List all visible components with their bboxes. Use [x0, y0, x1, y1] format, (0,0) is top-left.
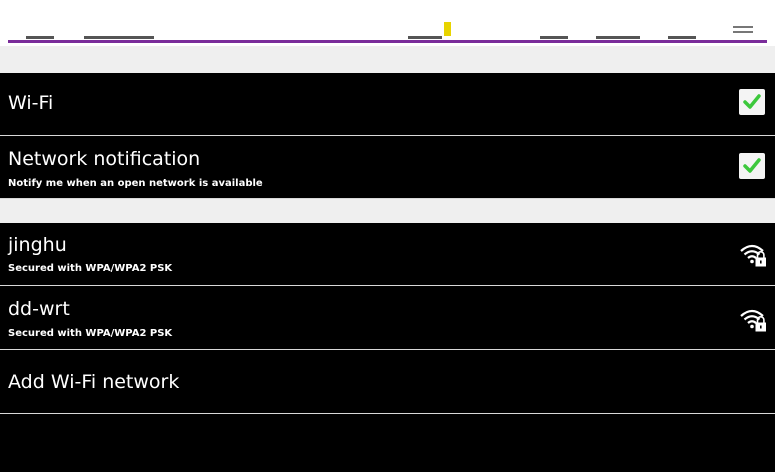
add-wifi-network-label: Add Wi-Fi network: [8, 371, 180, 393]
section-spacer: [0, 199, 775, 223]
notification-icon: [444, 22, 451, 36]
status-bar-divider: [8, 40, 767, 43]
network-notification-row[interactable]: Network notification Notify me when an o…: [0, 136, 775, 199]
network-item-dd-wrt[interactable]: dd-wrt Secured with WPA/WPA2 PSK: [0, 286, 775, 350]
empty-area: [0, 414, 775, 472]
menu-icon[interactable]: [733, 26, 753, 36]
network-ssid: jinghu: [8, 234, 67, 256]
wifi-checkbox[interactable]: [739, 89, 765, 115]
wifi-toggle-row[interactable]: Wi-Fi: [0, 73, 775, 136]
network-ssid: dd-wrt: [8, 298, 70, 320]
wifi-lock-icon: [740, 244, 766, 267]
network-item-jinghu[interactable]: jinghu Secured with WPA/WPA2 PSK: [0, 223, 775, 286]
status-indicator: [408, 36, 442, 39]
status-indicator: [84, 36, 154, 39]
checkmark-icon: [743, 94, 761, 109]
checkmark-icon: [743, 158, 761, 173]
network-security: Secured with WPA/WPA2 PSK: [8, 263, 173, 274]
network-notification-label: Network notification: [8, 148, 201, 170]
add-wifi-network-button[interactable]: Add Wi-Fi network: [0, 350, 775, 414]
section-spacer: [0, 46, 775, 73]
status-bar: [0, 0, 775, 46]
wifi-lock-icon: [740, 309, 766, 332]
network-notification-checkbox[interactable]: [739, 153, 765, 179]
network-security: Secured with WPA/WPA2 PSK: [8, 328, 173, 339]
network-notification-summary: Notify me when an open network is availa…: [8, 178, 263, 189]
status-indicator: [540, 36, 568, 39]
status-indicator: [26, 36, 54, 39]
wifi-label: Wi-Fi: [8, 92, 54, 114]
status-indicator: [596, 36, 640, 39]
status-indicator: [668, 36, 696, 39]
wifi-settings-screen: Wi-Fi Network notification Notify me whe…: [0, 0, 775, 472]
